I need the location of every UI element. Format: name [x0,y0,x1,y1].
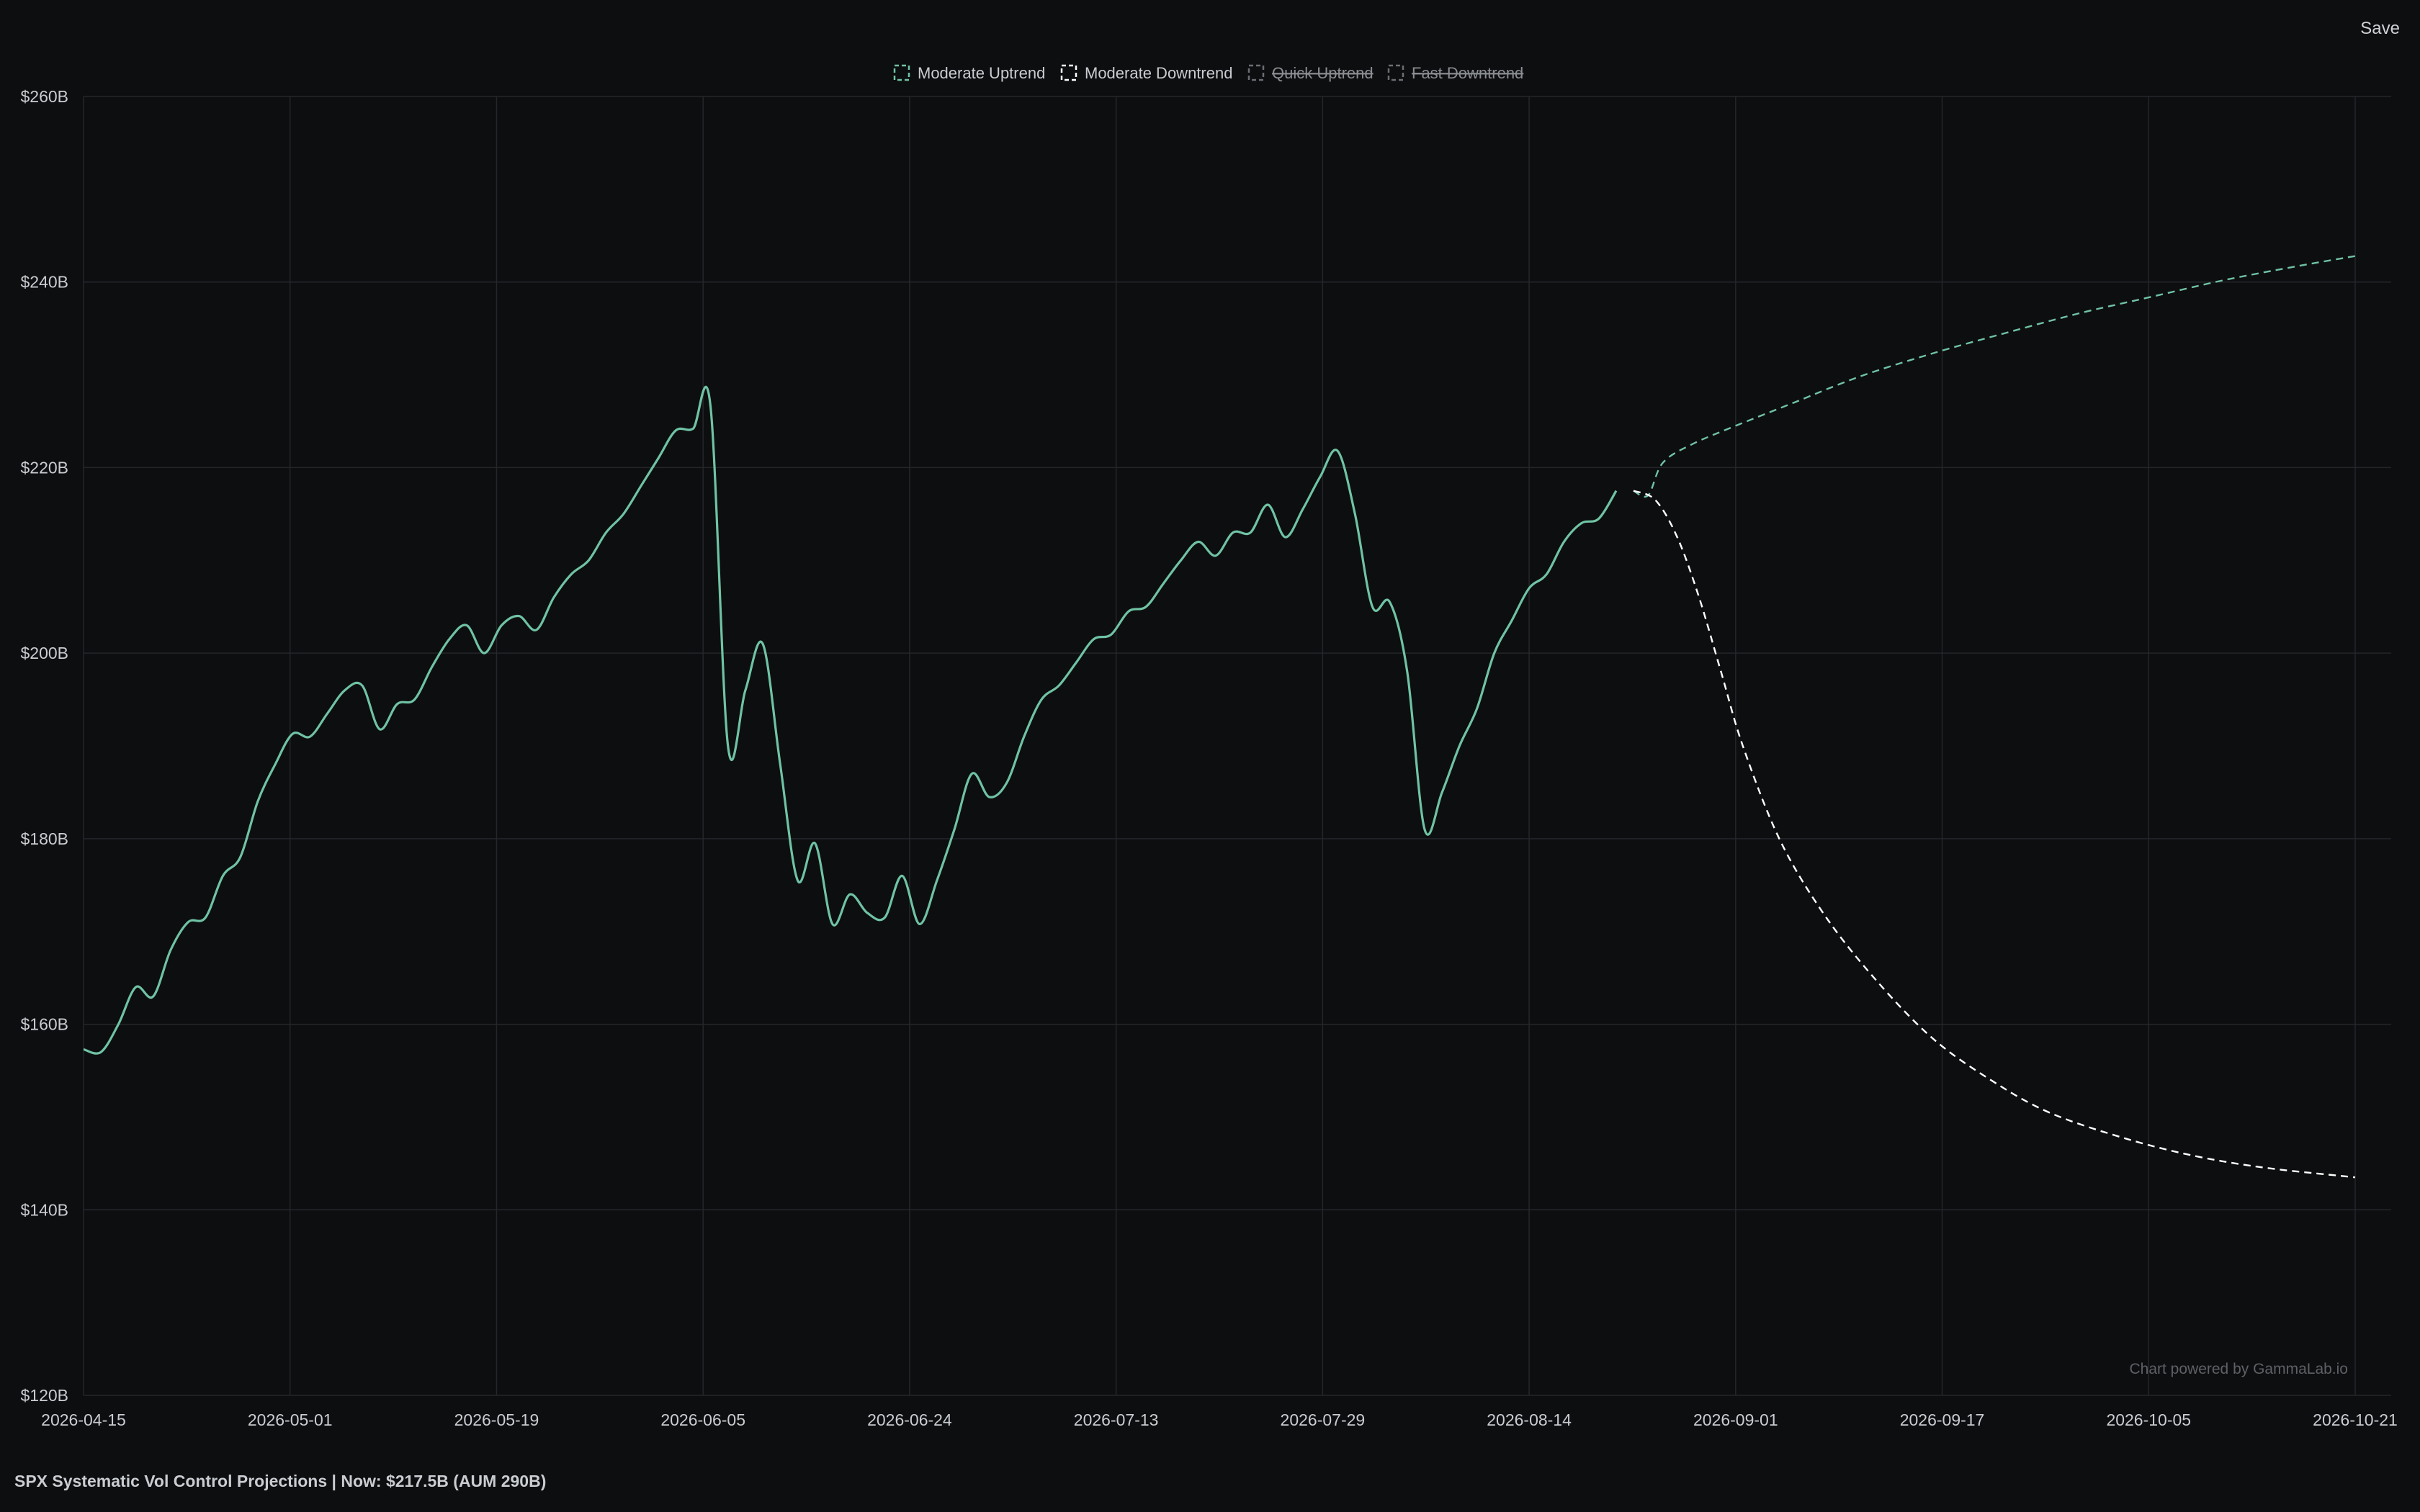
moderate-uptrend-series-line [1633,255,2356,498]
x-tick-label: 2026-05-19 [454,1410,539,1429]
x-tick-label: 2026-05-01 [248,1410,333,1429]
x-tick-label: 2026-04-15 [41,1410,126,1429]
x-tick-label: 2026-10-21 [2313,1410,2398,1429]
y-tick-label: $260B [20,87,68,106]
y-axis-ticks: $120B $140B $160B $180B $200B $220B $240B $260B [20,87,68,1405]
y-tick-label: $180B [20,829,68,848]
x-tick-label: 2026-06-05 [660,1410,745,1429]
x-tick-label: 2026-08-14 [1487,1410,1572,1429]
y-tick-label: $140B [20,1200,68,1219]
x-tick-label: 2026-09-01 [1693,1410,1778,1429]
save-button[interactable]: Save [2356,16,2404,42]
legend-item-fast-downtrend[interactable]: Fast Downtrend [1387,64,1523,82]
x-tick-label: 2026-10-05 [2106,1410,2191,1429]
series-lines [83,255,2356,1179]
x-tick-label: 2026-09-17 [1900,1410,1985,1429]
moderate-downtrend-series-line [1633,490,2356,1179]
legend-item-moderate-uptrend[interactable]: Moderate Uptrend [893,64,1045,82]
legend-label: Moderate Uptrend [918,64,1045,82]
legend-swatch [893,64,910,81]
legend: Moderate Uptrend Moderate Downtrend Quick … [893,64,1523,82]
history-series-line [83,385,1618,1055]
legend-label: Quick Uptrend [1272,64,1373,82]
gridlines [83,96,2391,1396]
watermark-text: Chart powered by GammaLab.io [2130,1361,2349,1377]
y-tick-label: $200B [20,644,68,662]
x-axis-ticks: 2026-04-15 2026-05-01 2026-05-19 2026-06-05… [41,1410,2398,1429]
chart-canvas: $120B $140B $160B $180B $200B $220B $240B $260B… [20,64,2398,1429]
legend-label: Fast Downtrend [1412,64,1523,82]
legend-swatch [1387,64,1404,81]
y-tick-label: $160B [20,1015,68,1034]
x-tick-label: 2026-07-13 [1074,1410,1159,1429]
legend-swatch [1060,64,1077,81]
y-tick-label: $220B [20,458,68,477]
x-tick-label: 2026-06-24 [867,1410,952,1429]
x-tick-label: 2026-07-29 [1281,1410,1366,1429]
y-tick-label: $240B [20,273,68,292]
legend-item-moderate-downtrend[interactable]: Moderate Downtrend [1060,64,1232,82]
y-tick-label: $120B [20,1386,68,1405]
legend-label: Moderate Downtrend [1085,64,1232,82]
legend-item-quick-uptrend[interactable]: Quick Uptrend [1247,64,1373,82]
legend-swatch [1247,64,1265,81]
chart-footer-title: SPX Systematic Vol Control Projections |… [14,1472,547,1490]
chart-page: $120B $140B $160B $180B $200B $220B $240B $260B… [0,0,2420,1512]
